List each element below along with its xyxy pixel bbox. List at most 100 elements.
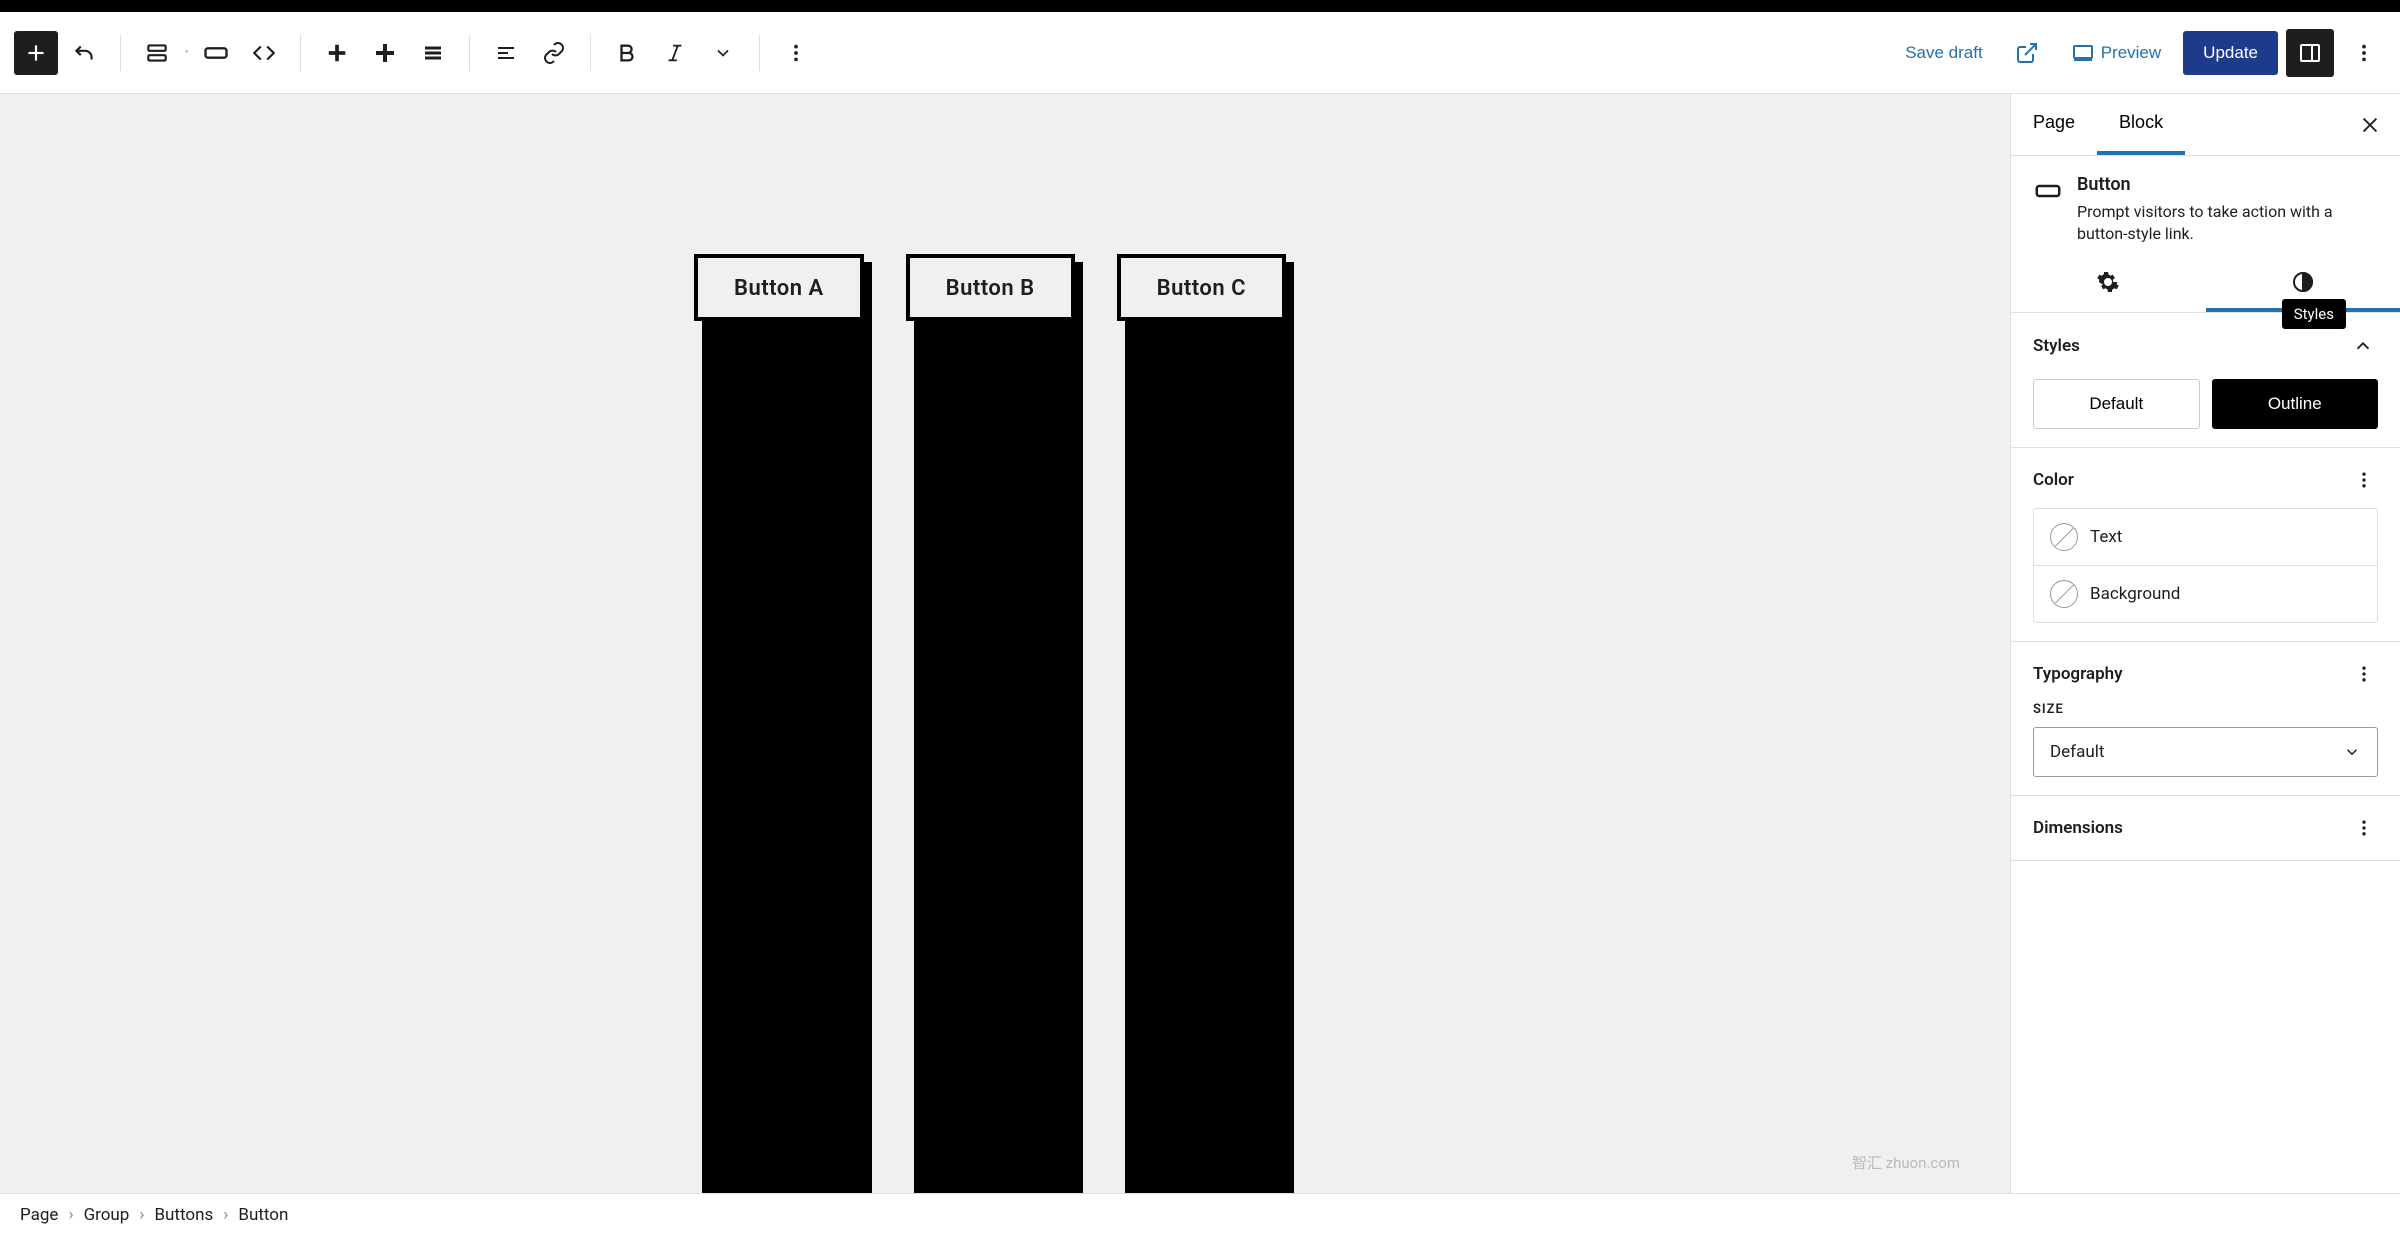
watermark: 智汇 zhuon.com (1852, 1152, 1960, 1173)
chevron-down-icon (2343, 743, 2361, 761)
separator (469, 35, 470, 71)
link-button[interactable] (532, 31, 576, 75)
panel-toggle[interactable] (2348, 331, 2378, 361)
view-page-button[interactable] (2005, 31, 2049, 75)
panel-heading: Color (2033, 470, 2074, 490)
desktop-icon (2071, 41, 2095, 65)
chevron-down-icon (713, 43, 733, 63)
button-shadow (1125, 262, 1294, 1193)
save-draft-button[interactable]: Save draft (1891, 33, 1997, 73)
close-sidebar-button[interactable] (2350, 105, 2390, 145)
panel-heading: Dimensions (2033, 818, 2123, 838)
block-type-icon (2033, 176, 2063, 246)
tab-page[interactable]: Page (2011, 94, 2097, 155)
editor-toolbar: • (0, 12, 2400, 94)
sub-tab-settings[interactable] (2011, 256, 2206, 312)
dot-separator: • (185, 47, 188, 58)
panel-options[interactable] (2350, 814, 2378, 842)
crumb-separator: › (68, 1205, 73, 1225)
insert-block-button[interactable] (14, 31, 58, 75)
more-formatting-button[interactable] (701, 31, 745, 75)
code-view-button[interactable] (242, 31, 286, 75)
block-name: Button (2077, 174, 2378, 195)
block-type-button-icon[interactable] (194, 31, 238, 75)
style-outline[interactable]: Outline (2212, 379, 2379, 429)
separator (759, 35, 760, 71)
tab-block[interactable]: Block (2097, 94, 2185, 155)
panel-options[interactable] (2350, 660, 2378, 688)
button-block-c[interactable]: Button C (1117, 254, 1286, 1193)
button-label[interactable]: Button A (694, 254, 864, 321)
separator (300, 35, 301, 71)
panel-typography: Typography SIZE Default (2011, 642, 2400, 796)
editor-canvas[interactable]: Button A Button B Button C 智汇 zhuon.com (0, 94, 2010, 1193)
drag-handle-button[interactable] (363, 31, 407, 75)
block-options-button[interactable] (774, 31, 818, 75)
block-info: Button Prompt visitors to take action wi… (2011, 156, 2400, 256)
panel-styles: Styles Styles Default Outline (2011, 313, 2400, 448)
button-label[interactable]: Button B (906, 254, 1075, 321)
panel-dimensions: Dimensions (2011, 796, 2400, 861)
align-left-icon (494, 41, 518, 65)
button-block-b[interactable]: Button B (906, 254, 1075, 1193)
color-swatch-empty (2050, 580, 2078, 608)
plus-bold-icon (326, 42, 348, 64)
color-background-row[interactable]: Background (2034, 565, 2377, 622)
contrast-icon (2291, 270, 2315, 294)
kebab-icon (785, 42, 807, 64)
gear-icon (2096, 270, 2120, 294)
chevron-up-icon (2352, 335, 2374, 357)
block-type-buttons-icon[interactable] (135, 31, 179, 75)
editor-options-button[interactable] (2342, 31, 2386, 75)
italic-button[interactable] (653, 31, 697, 75)
color-label: Background (2090, 584, 2180, 604)
color-label: Text (2090, 527, 2122, 547)
styles-tooltip: Styles (2282, 299, 2346, 329)
breadcrumb-bar: Page › Group › Buttons › Button (0, 1193, 2400, 1235)
plus-icon (23, 40, 49, 66)
select-value: Default (2050, 742, 2104, 762)
sidebar-icon (2298, 41, 2322, 65)
align-icon (421, 41, 445, 65)
style-default[interactable]: Default (2033, 379, 2200, 429)
preview-label: Preview (2101, 43, 2161, 63)
select-parent-button[interactable] (62, 31, 106, 75)
align-button[interactable] (484, 31, 528, 75)
buttons-block-icon (144, 40, 170, 66)
button-label[interactable]: Button C (1117, 254, 1286, 321)
buttons-block[interactable]: Button A Button B Button C (694, 254, 1286, 1193)
sidebar-tabs: Page Block (2011, 94, 2400, 156)
button-block-icon (202, 39, 230, 67)
panel-heading: Styles (2033, 336, 2080, 356)
crumb-separator: › (223, 1205, 228, 1225)
link-icon (542, 41, 566, 65)
sidebar-toggle-button[interactable] (2286, 29, 2334, 77)
move-up-button[interactable] (315, 31, 359, 75)
font-size-select[interactable]: Default (2033, 727, 2378, 777)
crumb[interactable]: Buttons (154, 1205, 213, 1225)
update-button[interactable]: Update (2183, 31, 2278, 75)
bold-icon (616, 42, 638, 64)
separator (590, 35, 591, 71)
code-icon (251, 40, 277, 66)
size-label: SIZE (2033, 702, 2378, 717)
crumb-separator: › (139, 1205, 144, 1225)
color-swatch-empty (2050, 523, 2078, 551)
button-shadow (702, 262, 872, 1193)
block-description: Prompt visitors to take action with a bu… (2077, 201, 2378, 246)
kebab-icon (2354, 664, 2374, 684)
crumb[interactable]: Page (20, 1205, 58, 1225)
parent-arrow-icon (71, 40, 97, 66)
separator (120, 35, 121, 71)
crumb[interactable]: Group (84, 1205, 130, 1225)
move-down-button[interactable] (411, 31, 455, 75)
color-text-row[interactable]: Text (2034, 509, 2377, 565)
drag-icon (373, 41, 397, 65)
preview-button[interactable]: Preview (2057, 31, 2175, 75)
button-block-a[interactable]: Button A (694, 254, 864, 1193)
panel-heading: Typography (2033, 664, 2123, 684)
crumb[interactable]: Button (238, 1205, 288, 1225)
bold-button[interactable] (605, 31, 649, 75)
panel-options[interactable] (2350, 466, 2378, 494)
kebab-icon (2353, 42, 2375, 64)
